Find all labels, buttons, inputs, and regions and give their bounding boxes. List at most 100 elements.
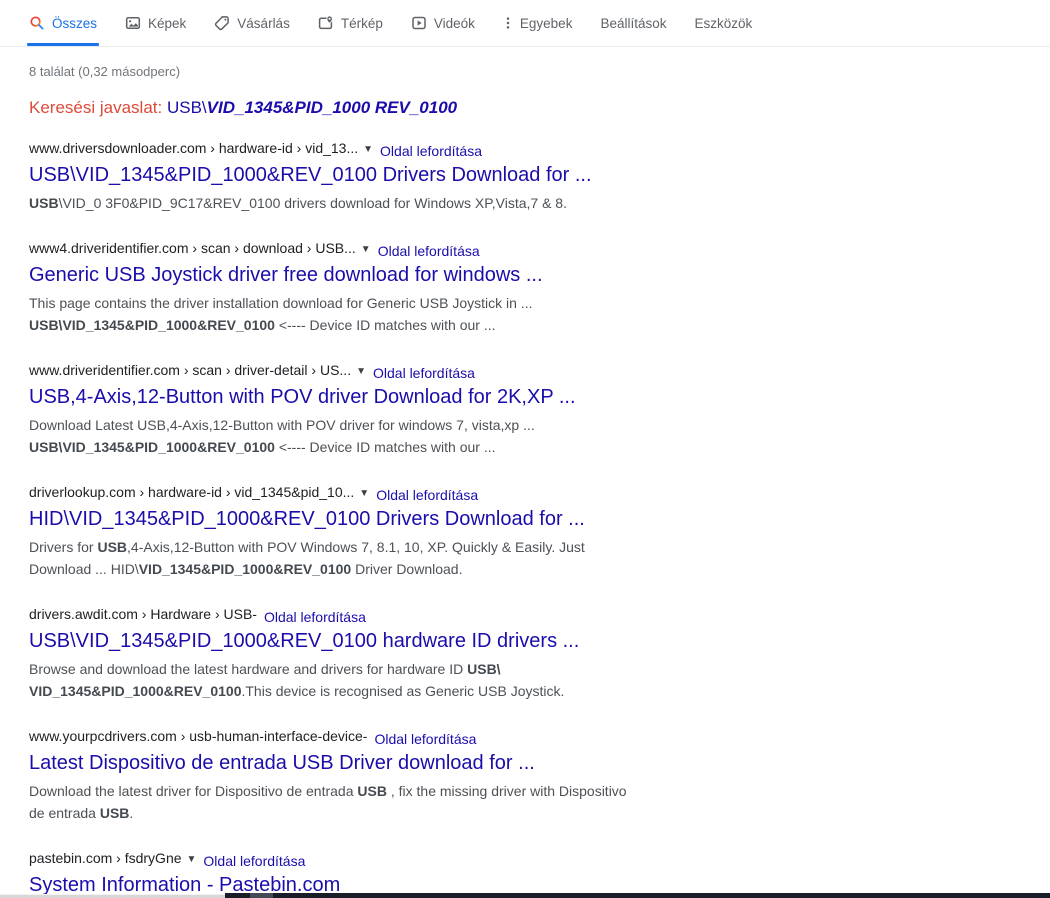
snippet-text: <---- Device ID matches with our ... [274,317,496,333]
chevron-down-icon[interactable]: ▼ [359,485,369,502]
snippet-highlight: USB [99,805,130,821]
result-title-link[interactable]: HID\VID_1345&PID_1000&REV_0100 Drivers D… [29,506,689,532]
chevron-down-icon[interactable]: ▼ [356,363,366,380]
result-breadcrumb-line: driverlookup.com › hardware-id › vid_134… [29,484,689,504]
videos-icon [411,15,427,31]
result-breadcrumb-line: pastebin.com › fsdryGne ▼ Oldal lefordítás… [29,850,689,870]
suggestion-label: Keresési javaslat: [29,98,163,117]
snippet-text: .This device is recognised as Generic US… [241,683,565,699]
result-snippet: This page contains the driver installati… [29,292,689,336]
results-list: www.driversdownloader.com › hardware-id … [29,140,1050,898]
tab-all[interactable]: Összes [26,0,100,46]
search-result-2: www4.driveridentifier.com › scan › downl… [29,240,689,336]
breadcrumb: www.driversdownloader.com › hardware-id … [29,140,359,156]
result-snippet: Browse and download the latest hardware … [29,658,689,702]
result-title-link[interactable]: Latest Dispositivo de entrada USB Driver… [29,750,689,776]
snippet-text: Drivers for [29,539,98,555]
translate-page-link[interactable]: Oldal lefordítása [380,143,482,160]
translate-page-link[interactable]: Oldal lefordítása [264,609,366,626]
tab-maps[interactable]: Térkép [318,0,383,46]
snippet-highlight: USB\VID_1345&PID_1000&REV_0100 [29,317,275,333]
tab-label: Eszközök [694,15,753,31]
tab-label: Térkép [340,15,383,31]
tab-more[interactable]: Egyebek [503,0,573,46]
translate-page-link[interactable]: Oldal lefordítása [373,365,475,382]
taskbar-edge-dark [225,893,1050,898]
search-result-3: www.driveridentifier.com › scan › driver… [29,362,689,458]
tab-label: Vásárlás [237,15,290,31]
search-suggestion: Keresési javaslat: USB\VID_1345&PID_1000… [29,98,1050,118]
snippet-highlight: VID_1345&PID_1000&REV_0100 [138,561,352,577]
images-icon [125,15,141,31]
result-title-link[interactable]: USB,4-Axis,12-Button with POV driver Dow… [29,384,689,410]
more-icon [503,15,513,31]
shopping-icon [214,15,230,31]
tab-label: Egyebek [519,15,573,31]
maps-icon [318,15,334,31]
result-breadcrumb-line: www.yourpcdrivers.com › usb-human-interf… [29,728,689,748]
breadcrumb: driverlookup.com › hardware-id › vid_134… [29,484,355,500]
breadcrumb: www.yourpcdrivers.com › usb-human-interf… [29,728,368,744]
tab-label: Videók [433,15,475,31]
result-snippet: Download Latest USB,4-Axis,12-Button wit… [29,414,689,458]
snippet-highlight: USB\VID_1345&PID_1000&REV_0100 [29,439,275,455]
chevron-down-icon[interactable]: ▼ [363,141,373,158]
snippet-highlight: USB [357,783,387,799]
snippet-highlight: USB [97,539,128,555]
snippet-text: Download Latest USB,4-Axis,12-Button wit… [29,417,535,433]
snippet-highlight: USB\ [467,661,501,677]
snippet-text: de entrada [29,805,100,821]
result-breadcrumb-line: www4.driveridentifier.com › scan › downl… [29,240,689,260]
snippet-text: Browse and download the latest hardware … [29,661,468,677]
tab-label: Összes [52,15,98,31]
breadcrumb: www4.driveridentifier.com › scan › downl… [29,240,356,256]
result-snippet: USB\VID_0 3F0&PID_9C17&REV_0100 drivers … [29,192,689,214]
result-title-link[interactable]: USB\VID_1345&PID_1000&REV_0100 Drivers D… [29,162,689,188]
tab-label: Képek [148,15,187,31]
taskbar-edge-segment [250,893,273,898]
snippet-text: <---- Device ID matches with our ... [274,439,496,455]
result-title-link[interactable]: USB\VID_1345&PID_1000&REV_0100 hardware … [29,628,689,654]
taskbar-edge [0,893,1050,898]
snippet-text: ,4-Axis,12-Button with POV Windows 7, 8.… [127,539,585,555]
suggestion-query-emphasis: VID_1345&PID_1000 REV_0100 [206,98,458,117]
search-result-4: driverlookup.com › hardware-id › vid_134… [29,484,689,580]
tab-shopping[interactable]: Vásárlás [214,0,290,46]
snippet-highlight: USB [29,195,59,211]
chevron-down-icon[interactable]: ▼ [361,241,371,258]
results-column: 8 találat (0,32 másodperc) Keresési java… [0,64,1050,898]
tab-videos[interactable]: Videók [411,0,475,46]
snippet-highlight: VID_1345&PID_1000&REV_0100 [29,683,242,699]
result-breadcrumb-line: www.driveridentifier.com › scan › driver… [29,362,689,382]
tab-images[interactable]: Képek [125,0,186,46]
snippet-text: . [129,805,134,821]
snippet-text: Download ... HID\ [29,561,139,577]
tab-tools[interactable]: Eszközök [695,0,753,46]
search-result-7: pastebin.com › fsdryGne ▼ Oldal lefordítás… [29,850,689,898]
snippet-text: This page contains the driver installati… [29,295,533,311]
translate-page-link[interactable]: Oldal lefordítása [378,243,480,260]
breadcrumb: www.driveridentifier.com › scan › driver… [29,362,352,378]
translate-page-link[interactable]: Oldal lefordítása [374,731,476,748]
breadcrumb: pastebin.com › fsdryGne [29,850,182,866]
search-tabs: Összes Képek Vásárlás Térkép Videók Egyebek Be… [0,0,1050,47]
snippet-text: Driver Download. [351,561,463,577]
snippet-text: Download the latest driver for Dispositi… [29,783,358,799]
result-snippet: Drivers for USB,4-Axis,12-Button with PO… [29,536,689,580]
search-result-5: drivers.awdit.com › Hardware › USB- Oldal… [29,606,689,702]
chevron-down-icon[interactable]: ▼ [187,851,197,868]
translate-page-link[interactable]: Oldal lefordítása [376,487,478,504]
result-stats: 8 találat (0,32 másodperc) [29,64,181,79]
tab-settings[interactable]: Beállítások [600,0,666,46]
suggestion-query-link[interactable]: USB\VID_1345&PID_1000 REV_0100 [167,98,457,117]
result-snippet: Download the latest driver for Dispositi… [29,780,689,824]
snippet-text: , fix the missing driver with Dispositiv… [386,783,627,799]
translate-page-link[interactable]: Oldal lefordítása [203,853,305,870]
tab-label: Beállítások [600,15,667,31]
breadcrumb: drivers.awdit.com › Hardware › USB- [29,606,257,622]
result-breadcrumb-line: www.driversdownloader.com › hardware-id … [29,140,689,160]
result-title-link[interactable]: Generic USB Joystick driver free downloa… [29,262,689,288]
search-icon [29,15,45,31]
result-breadcrumb-line: drivers.awdit.com › Hardware › USB- Oldal… [29,606,689,626]
taskbar-edge-light [0,894,225,898]
